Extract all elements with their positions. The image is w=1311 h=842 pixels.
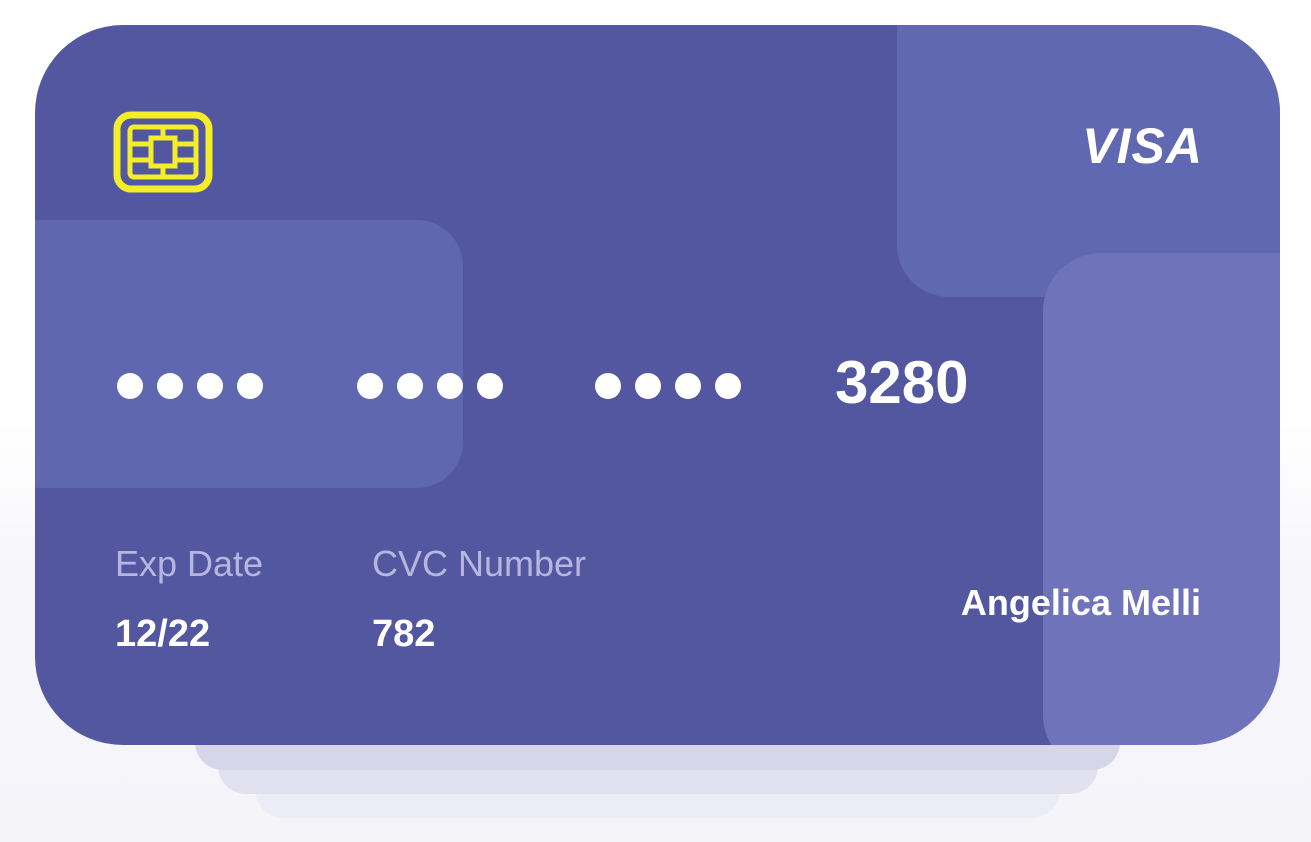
cvc-number-value: 782 — [372, 613, 436, 655]
cardholder-name: Angelica Melli — [960, 582, 1201, 623]
masked-digit-dot — [357, 373, 383, 399]
cvc-number-label: CVC Number — [372, 543, 587, 584]
masked-digit-dot — [237, 373, 263, 399]
card-decor-left — [35, 220, 463, 488]
card-stage: VISA 3280 Exp Date 12/22 CVC Number 782 … — [0, 0, 1311, 842]
masked-digit-dot — [397, 373, 423, 399]
masked-digits-group-1 — [117, 373, 263, 399]
masked-digit-dot — [595, 373, 621, 399]
visa-logo: VISA — [1082, 118, 1203, 174]
masked-digits-group-2 — [357, 373, 503, 399]
masked-digit-dot — [437, 373, 463, 399]
credit-card[interactable]: VISA 3280 Exp Date 12/22 CVC Number 782 … — [35, 25, 1280, 745]
card-decor-right — [1043, 253, 1280, 745]
expiry-date-value: 12/22 — [115, 613, 211, 655]
masked-digit-dot — [675, 373, 701, 399]
masked-digit-dot — [157, 373, 183, 399]
masked-digit-dot — [477, 373, 503, 399]
card-number-last-four: 3280 — [835, 349, 969, 416]
masked-digit-dot — [715, 373, 741, 399]
masked-digits-group-3 — [595, 373, 741, 399]
masked-digit-dot — [635, 373, 661, 399]
chip-icon — [113, 111, 213, 193]
masked-digit-dot — [197, 373, 223, 399]
masked-digit-dot — [117, 373, 143, 399]
expiry-date-label: Exp Date — [115, 543, 264, 584]
